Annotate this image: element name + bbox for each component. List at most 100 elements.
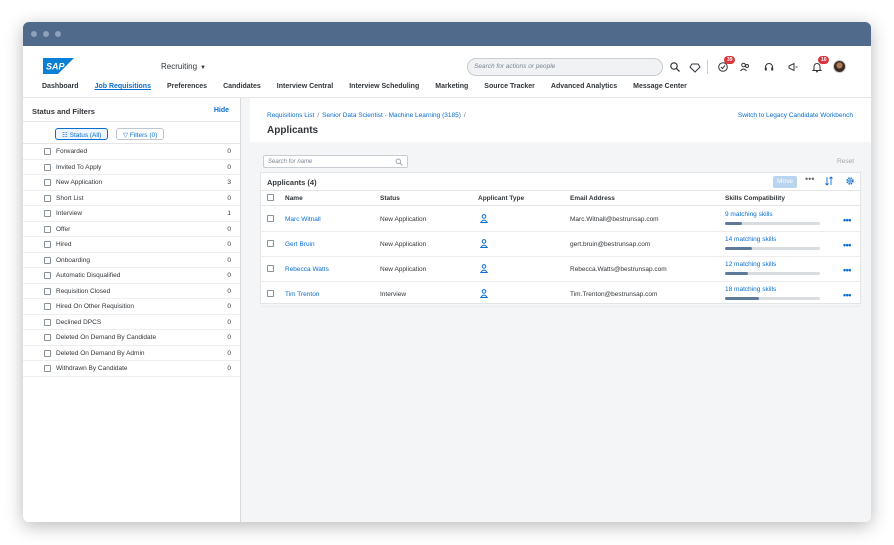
status-row[interactable]: New Application 3 (23, 175, 240, 191)
status-row[interactable]: Interview 1 (23, 206, 240, 222)
status-checkbox[interactable] (44, 303, 51, 310)
matching-skills-link[interactable]: 18 matching skills (725, 286, 776, 293)
status-row[interactable]: Deleted On Demand By Candidate 0 (23, 330, 240, 346)
breadcrumb-requisition[interactable]: Senior Data Scientist - Machine Learning… (322, 112, 461, 119)
status-row[interactable]: Forwarded 0 (23, 144, 240, 160)
status-checkbox[interactable] (44, 349, 51, 357)
table-header: Name Status Applicant Type Email Address… (261, 190, 860, 206)
headset-icon[interactable] (763, 61, 775, 73)
status-checkbox[interactable] (44, 318, 51, 326)
applicant-name-link[interactable]: Marc Witnall (285, 216, 321, 223)
nav-item-source-tracker[interactable]: Source Tracker (484, 83, 535, 90)
nav-item-candidates[interactable]: Candidates (223, 83, 261, 90)
status-checkbox[interactable] (44, 287, 51, 295)
status-checkbox[interactable] (44, 148, 51, 155)
hide-panel-button[interactable]: Hide (214, 107, 229, 114)
status-checkbox[interactable] (44, 179, 51, 186)
people-icon[interactable] (739, 61, 751, 73)
status-label: New Application (56, 179, 103, 186)
move-button[interactable]: Move (773, 176, 797, 188)
status-checkbox[interactable] (44, 334, 51, 341)
person-icon[interactable] (480, 239, 488, 248)
breadcrumb-requisitions-list[interactable]: Requisitions List (267, 112, 314, 119)
status-row[interactable]: Hired On Other Requisition 0 (23, 299, 240, 315)
status-checkbox[interactable] (44, 272, 51, 279)
applicant-name-link[interactable]: Gert Bruin (285, 241, 315, 248)
row-checkbox[interactable] (267, 290, 274, 297)
module-label: Recruiting (161, 62, 198, 71)
name-search-input[interactable]: Search for name (263, 155, 408, 168)
nav-item-interview-central[interactable]: Interview Central (277, 83, 333, 90)
nav-item-advanced-analytics[interactable]: Advanced Analytics (551, 83, 617, 90)
legacy-workbench-link[interactable]: Switch to Legacy Candidate Workbench (738, 112, 853, 119)
nav-item-job-requisitions[interactable]: Job Requisitions (95, 83, 151, 90)
sort-icon[interactable] (824, 176, 834, 186)
search-icon[interactable] (669, 61, 681, 73)
row-more-icon[interactable]: ••• (843, 240, 851, 250)
more-icon[interactable]: ••• (805, 174, 815, 184)
status-count: 0 (227, 241, 231, 248)
column-name[interactable]: Name (285, 195, 303, 202)
matching-skills-link[interactable]: 12 matching skills (725, 261, 776, 268)
tasks-button[interactable]: 39 (717, 56, 735, 73)
module-switcher[interactable]: Recruiting ▼ (161, 62, 206, 71)
user-avatar[interactable] (833, 60, 846, 73)
window-maximize-dot[interactable] (55, 31, 61, 37)
person-icon[interactable] (480, 289, 488, 298)
global-search-input[interactable]: Search for actions or people (467, 58, 663, 76)
reset-button[interactable]: Reset (837, 158, 854, 165)
status-row[interactable]: Deleted On Demand By Admin 0 (23, 346, 240, 361)
status-row[interactable]: Offer 0 (23, 222, 240, 237)
row-checkbox[interactable] (267, 215, 274, 222)
status-checkbox[interactable] (44, 241, 51, 248)
select-all-checkbox[interactable] (267, 194, 274, 201)
nav-item-dashboard[interactable]: Dashboard (42, 83, 79, 90)
row-checkbox[interactable] (267, 240, 274, 247)
sap-logo[interactable]: SAP (43, 58, 74, 74)
status-row[interactable]: Onboarding 0 (23, 253, 240, 268)
column-status[interactable]: Status (380, 195, 400, 202)
status-checkbox[interactable] (44, 365, 51, 372)
search-icon[interactable] (395, 158, 403, 166)
status-row[interactable]: Declined DPCS 0 (23, 315, 240, 330)
row-more-icon[interactable]: ••• (843, 290, 851, 300)
status-checkbox[interactable] (44, 194, 51, 202)
status-row[interactable]: Automatic Disqualified 0 (23, 268, 240, 284)
row-checkbox[interactable] (267, 265, 274, 272)
status-checkbox[interactable] (44, 163, 51, 171)
matching-skills-link[interactable]: 9 matching skills (725, 211, 773, 218)
filters-chip[interactable]: ▽ Filters (0) (116, 128, 165, 140)
status-all-chip[interactable]: ☷ Status (All) (55, 128, 109, 140)
status-row[interactable]: Requisition Closed 0 (23, 284, 240, 299)
table-row: Gert Bruin New Application gert.bruin@best… (261, 232, 860, 257)
applicant-name-link[interactable]: Tim Trenton (285, 291, 319, 298)
gem-icon[interactable] (689, 61, 701, 73)
applicant-name-link[interactable]: Rebecca Watts (285, 266, 329, 273)
nav-item-interview-scheduling[interactable]: Interview Scheduling (349, 83, 419, 90)
status-row[interactable]: Short List 0 (23, 191, 240, 206)
status-checkbox[interactable] (44, 225, 51, 233)
row-more-icon[interactable]: ••• (843, 215, 851, 225)
nav-item-message-center[interactable]: Message Center (633, 83, 687, 90)
column-applicant-type[interactable]: Applicant Type (478, 195, 524, 202)
megaphone-icon[interactable] (787, 61, 799, 73)
window-close-dot[interactable] (31, 31, 37, 37)
notifications-button[interactable]: 10 (811, 56, 829, 73)
gear-icon[interactable] (845, 176, 855, 186)
status-row[interactable]: Hired 0 (23, 237, 240, 253)
nav-item-preferences[interactable]: Preferences (167, 83, 207, 90)
window-minimize-dot[interactable] (43, 31, 49, 37)
column-skills[interactable]: Skills Compatibility (725, 195, 785, 202)
row-more-icon[interactable]: ••• (843, 265, 851, 275)
person-icon[interactable] (480, 264, 488, 273)
top-navigation: Dashboard Job Requisitions Preferences Cand… (42, 83, 703, 90)
matching-skills-link[interactable]: 14 matching skills (725, 236, 776, 243)
status-checkbox[interactable] (44, 210, 51, 217)
status-row[interactable]: Invited To Apply 0 (23, 160, 240, 175)
column-email[interactable]: Email Address (570, 195, 615, 202)
status-row[interactable]: Withdrawn By Candidate 0 (23, 361, 240, 377)
nav-item-marketing[interactable]: Marketing (435, 83, 468, 90)
status-checkbox[interactable] (44, 256, 51, 264)
person-icon[interactable] (480, 214, 488, 223)
filter-icon: ▽ (123, 132, 130, 139)
